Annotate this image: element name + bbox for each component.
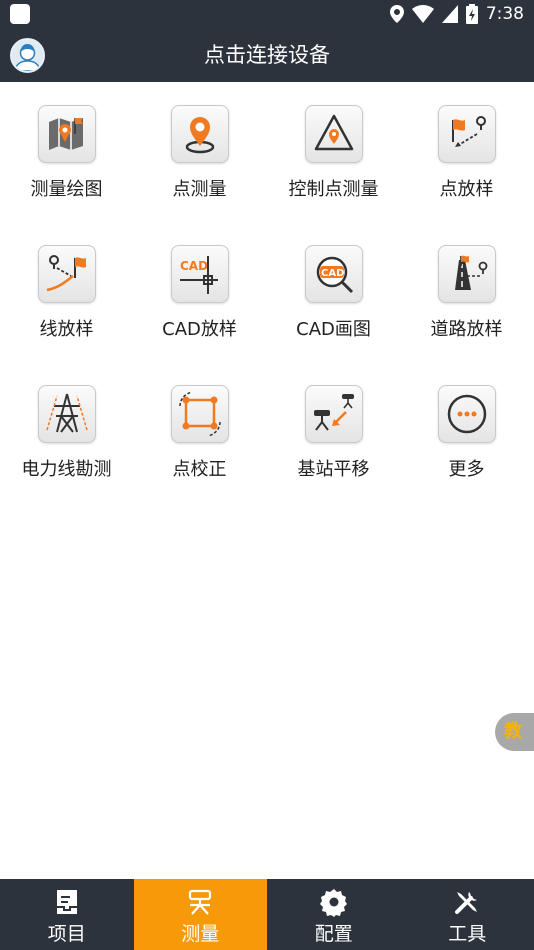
- grid-item-point-calibration[interactable]: 点校正: [133, 362, 266, 492]
- battery-icon: [465, 4, 478, 24]
- status-time: 7:38: [485, 4, 524, 24]
- nav-label: 工具: [448, 923, 487, 945]
- grid-item-more[interactable]: 更多: [400, 362, 533, 492]
- tutorial-float-button[interactable]: 教: [495, 713, 534, 751]
- survey-icon: [189, 889, 212, 915]
- grid-item-label: CAD放样: [162, 319, 237, 340]
- grid-item-label: 点放样: [439, 179, 494, 200]
- grid-item-label: 测量绘图: [30, 179, 103, 200]
- grid-item-label: CAD画图: [296, 319, 371, 340]
- grid-item-point-survey[interactable]: 点测量: [133, 82, 266, 212]
- project-icon: [56, 890, 77, 914]
- grid-item-survey-mapping[interactable]: 测量绘图: [0, 82, 133, 212]
- nav-item-survey[interactable]: 测量: [133, 879, 267, 950]
- grid-item-label: 道路放样: [430, 319, 503, 340]
- grid-item-label: 点校正: [172, 459, 227, 480]
- grid-item-cad-stakeout[interactable]: CAD CAD放样: [133, 222, 266, 352]
- grid-item-control-point-survey[interactable]: 控制点测量: [267, 82, 400, 212]
- nav-label: 项目: [47, 923, 86, 945]
- status-icons: 7:38: [389, 3, 524, 25]
- triangle-control-point-icon: [305, 105, 363, 163]
- location-icon: [389, 5, 404, 23]
- notification-icon: [10, 4, 30, 24]
- svg-text:CAD: CAD: [321, 268, 344, 279]
- signal-icon: [441, 5, 458, 23]
- grid-item-label: 电力线勘测: [21, 459, 112, 480]
- app-header: 点击连接设备: [0, 28, 534, 82]
- tools-icon: [455, 892, 478, 914]
- line-stakeout-icon: [38, 245, 96, 303]
- power-tower-icon: [38, 385, 96, 443]
- grid-item-label: 基站平移: [297, 459, 370, 480]
- grid-item-point-stakeout[interactable]: 点放样: [400, 82, 533, 212]
- road-stakeout-icon: [438, 245, 496, 303]
- nav-label: 配置: [314, 923, 353, 945]
- grid-item-label: 控制点测量: [288, 179, 379, 200]
- grid-item-road-stakeout[interactable]: 道路放样: [400, 222, 533, 352]
- grid-item-power-line-survey[interactable]: 电力线勘测: [0, 362, 133, 492]
- status-bar: 7:38: [0, 0, 534, 28]
- grid-item-label: 点测量: [172, 179, 227, 200]
- cad-stakeout-icon: CAD: [171, 245, 229, 303]
- page-title[interactable]: 点击连接设备: [0, 28, 534, 82]
- nav-item-project[interactable]: 项目: [0, 879, 134, 950]
- svg-text:CAD: CAD: [180, 259, 208, 273]
- nav-label: 测量: [181, 923, 220, 945]
- bottom-nav: 项目 测量 配置 工具: [0, 879, 534, 950]
- grid-item-label: 更多: [448, 459, 485, 480]
- grid-item-label: 线放样: [39, 319, 94, 340]
- base-station-shift-icon: [305, 385, 363, 443]
- wifi-icon: [411, 5, 434, 23]
- nav-item-config[interactable]: 配置: [267, 879, 401, 950]
- gear-icon: [319, 889, 347, 917]
- map-pin-icon: [38, 105, 96, 163]
- flag-point-stakeout-icon: [438, 105, 496, 163]
- location-pin-icon: [171, 105, 229, 163]
- grid-item-line-stakeout[interactable]: 线放样: [0, 222, 133, 352]
- cad-magnifier-icon: CAD: [305, 245, 363, 303]
- grid-item-base-station-shift[interactable]: 基站平移: [267, 362, 400, 492]
- point-calibration-icon: [171, 385, 229, 443]
- grid-item-cad-drawing[interactable]: CAD CAD画图: [267, 222, 400, 352]
- nav-item-tools[interactable]: 工具: [401, 879, 534, 950]
- more-icon: [438, 385, 496, 443]
